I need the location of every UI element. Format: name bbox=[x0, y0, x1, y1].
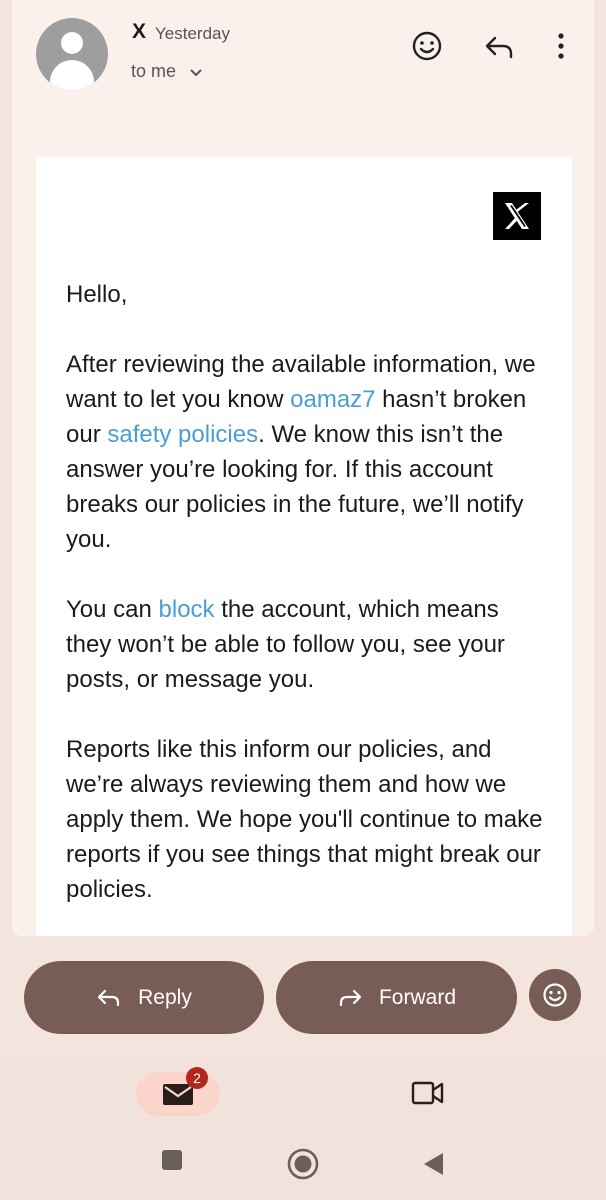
more-vert-icon[interactable] bbox=[543, 28, 579, 64]
recipient-label: to me bbox=[131, 61, 177, 81]
greeting: Hello, bbox=[66, 281, 128, 308]
email-screen: X Yesterday to me Hello, After reviewing… bbox=[0, 0, 606, 1200]
video-icon[interactable] bbox=[410, 1080, 446, 1111]
avatar-head bbox=[61, 32, 83, 54]
p2-text-1: You can bbox=[66, 596, 159, 623]
reply-label: Reply bbox=[138, 985, 192, 1009]
reply-button[interactable]: Reply bbox=[24, 961, 264, 1034]
block-link[interactable]: block bbox=[159, 596, 215, 623]
forward-label: Forward bbox=[378, 985, 457, 1009]
back-triangle-icon[interactable] bbox=[421, 1151, 447, 1182]
x-logo-icon bbox=[493, 192, 541, 240]
account-link[interactable]: oamaz7 bbox=[290, 386, 375, 413]
avatar-body bbox=[50, 60, 94, 90]
reply-arrow-icon bbox=[98, 989, 120, 1006]
home-square-icon[interactable] bbox=[160, 1148, 184, 1177]
paragraph-1: After reviewing the available informatio… bbox=[66, 347, 546, 557]
email-body: Hello, After reviewing the available inf… bbox=[36, 157, 572, 936]
sender-name: X bbox=[132, 20, 147, 43]
sent-time: Yesterday bbox=[155, 24, 230, 43]
reply-icon[interactable] bbox=[481, 28, 517, 64]
email-content: Hello, After reviewing the available inf… bbox=[66, 277, 546, 942]
add-reaction-button[interactable] bbox=[529, 969, 581, 1021]
forward-button[interactable]: Forward bbox=[276, 961, 517, 1034]
paragraph-2: You can block the account, which means t… bbox=[66, 592, 546, 697]
smiley-icon[interactable] bbox=[409, 28, 445, 64]
mail-unread-badge: 2 bbox=[186, 1067, 208, 1089]
chevron-down-icon bbox=[189, 62, 203, 83]
safety-policies-link[interactable]: safety policies bbox=[107, 421, 258, 448]
circle-icon[interactable] bbox=[286, 1147, 320, 1186]
forward-icon bbox=[339, 989, 362, 1006]
add-reaction-icon bbox=[543, 983, 567, 1007]
paragraph-3: Reports like this inform our policies, a… bbox=[66, 736, 543, 903]
sender-avatar[interactable] bbox=[36, 18, 108, 90]
recipient-toggle[interactable]: to me bbox=[131, 61, 203, 83]
